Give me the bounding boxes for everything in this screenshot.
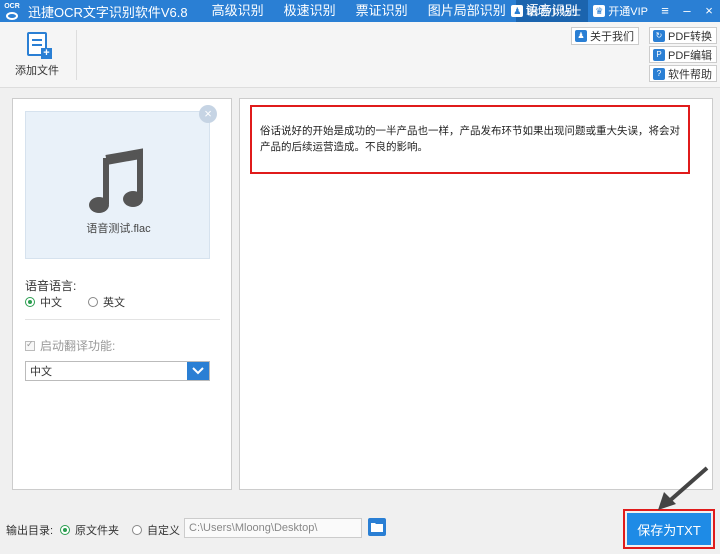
- add-file-button[interactable]: + 添加文件: [12, 32, 62, 78]
- eye-icon: [6, 11, 18, 20]
- radio-custom-folder[interactable]: [132, 525, 142, 535]
- radio-chinese[interactable]: [25, 297, 35, 307]
- menu-icon[interactable]: ≡: [654, 0, 676, 22]
- radio-english[interactable]: [88, 297, 98, 307]
- custom-folder-label: 自定义: [147, 525, 180, 537]
- tab-fast-ocr[interactable]: 极速识别: [274, 0, 346, 22]
- radio-chinese-label: 中文: [40, 297, 62, 309]
- vip-button[interactable]: ♛ 开通VIP: [587, 0, 654, 22]
- help-button[interactable]: ? 软件帮助: [649, 65, 717, 82]
- section-divider: [25, 319, 220, 320]
- vip-label: 开通VIP: [608, 6, 648, 18]
- add-file-label: 添加文件: [15, 65, 59, 77]
- tips-label: 职场小贴士: [526, 6, 582, 18]
- tab-partial-ocr[interactable]: 图片局部识别: [418, 0, 516, 22]
- toolbar-divider: [76, 30, 77, 80]
- about-us-label: 关于我们: [590, 31, 634, 43]
- title-right-area: ♟ 职场小贴士 ♛ 开通VIP ≡ – ×: [505, 0, 720, 22]
- translate-language-value: 中文: [30, 366, 52, 378]
- app-logo-text: OCR: [4, 2, 20, 10]
- close-icon[interactable]: ×: [698, 0, 720, 22]
- pointer-arrow-icon: [658, 466, 709, 510]
- output-original-option[interactable]: 原文件夹: [60, 522, 119, 538]
- help-label: 软件帮助: [668, 68, 712, 81]
- output-dir-label: 输出目录:: [6, 525, 54, 537]
- original-folder-label: 原文件夹: [75, 525, 119, 537]
- bottom-bar: 输出目录: 原文件夹 自定义 C:\Users\Mloong\Desktop\ …: [0, 502, 720, 554]
- audio-file-card[interactable]: 语音测试.flac: [25, 111, 210, 259]
- translate-label: 启动翻译功能:: [40, 339, 116, 353]
- pdf-edit-button[interactable]: P PDF编辑: [649, 46, 717, 63]
- minimize-icon[interactable]: –: [676, 0, 698, 22]
- language-radio-group: 中文 英文: [25, 294, 125, 310]
- about-us-button[interactable]: ♟ 关于我们: [571, 27, 639, 45]
- music-note-icon: [89, 148, 143, 213]
- save-txt-button[interactable]: 保存为TXT: [627, 513, 711, 545]
- recognized-text[interactable]: 俗话说好的开始是成功的一半产品也一样，产品发布环节如果出现问题或重大失误，将会对…: [250, 105, 690, 174]
- audio-file-name: 语音测试.flac: [86, 223, 151, 235]
- vip-icon: ♛: [593, 5, 606, 17]
- translate-checkbox[interactable]: [25, 339, 35, 351]
- toolbar: + 添加文件 ♟ 关于我们 ↻ PDF转换 P PDF编辑 ? 软件帮助: [0, 22, 720, 88]
- user-icon: ♟: [511, 5, 524, 17]
- chevron-down-icon[interactable]: [187, 362, 209, 380]
- pdf-edit-label: PDF编辑: [668, 49, 712, 62]
- translate-language-select[interactable]: 中文: [25, 361, 210, 381]
- output-custom-option[interactable]: 自定义: [132, 522, 180, 538]
- pdf-convert-label: PDF转换: [668, 30, 712, 43]
- radio-english-label: 英文: [103, 297, 125, 309]
- left-panel: 语音测试.flac × 语音语言: 中文 英文 启动翻译功能: 中文: [12, 98, 232, 490]
- tab-card-ocr[interactable]: 票证识别: [346, 0, 418, 22]
- app-logo: OCR: [2, 0, 22, 22]
- pdf-icon: P: [653, 48, 665, 61]
- help-icon: ?: [653, 67, 665, 80]
- result-panel: 俗话说好的开始是成功的一半产品也一样，产品发布环节如果出现问题或重大失误，将会对…: [239, 98, 713, 490]
- remove-file-icon[interactable]: ×: [199, 105, 217, 123]
- tab-advanced-ocr[interactable]: 高级识别: [202, 0, 274, 22]
- title-bar: OCR 迅捷OCR文字识别软件V6.8 高级识别 极速识别 票证识别 图片局部识…: [0, 0, 720, 22]
- pdf-convert-button[interactable]: ↻ PDF转换: [649, 27, 717, 44]
- convert-icon: ↻: [653, 29, 665, 42]
- radio-original-folder[interactable]: [60, 525, 70, 535]
- translate-toggle[interactable]: 启动翻译功能:: [25, 337, 115, 354]
- app-title: 迅捷OCR文字识别软件V6.8: [28, 4, 188, 20]
- add-file-icon: +: [27, 32, 52, 59]
- speech-language-label: 语音语言:: [25, 279, 77, 293]
- output-path-input[interactable]: C:\Users\Mloong\Desktop\: [184, 518, 362, 538]
- person-icon: ♟: [575, 30, 587, 42]
- tips-button[interactable]: ♟ 职场小贴士: [505, 0, 587, 22]
- folder-icon[interactable]: [368, 518, 386, 536]
- save-button-highlight: 保存为TXT: [623, 509, 715, 549]
